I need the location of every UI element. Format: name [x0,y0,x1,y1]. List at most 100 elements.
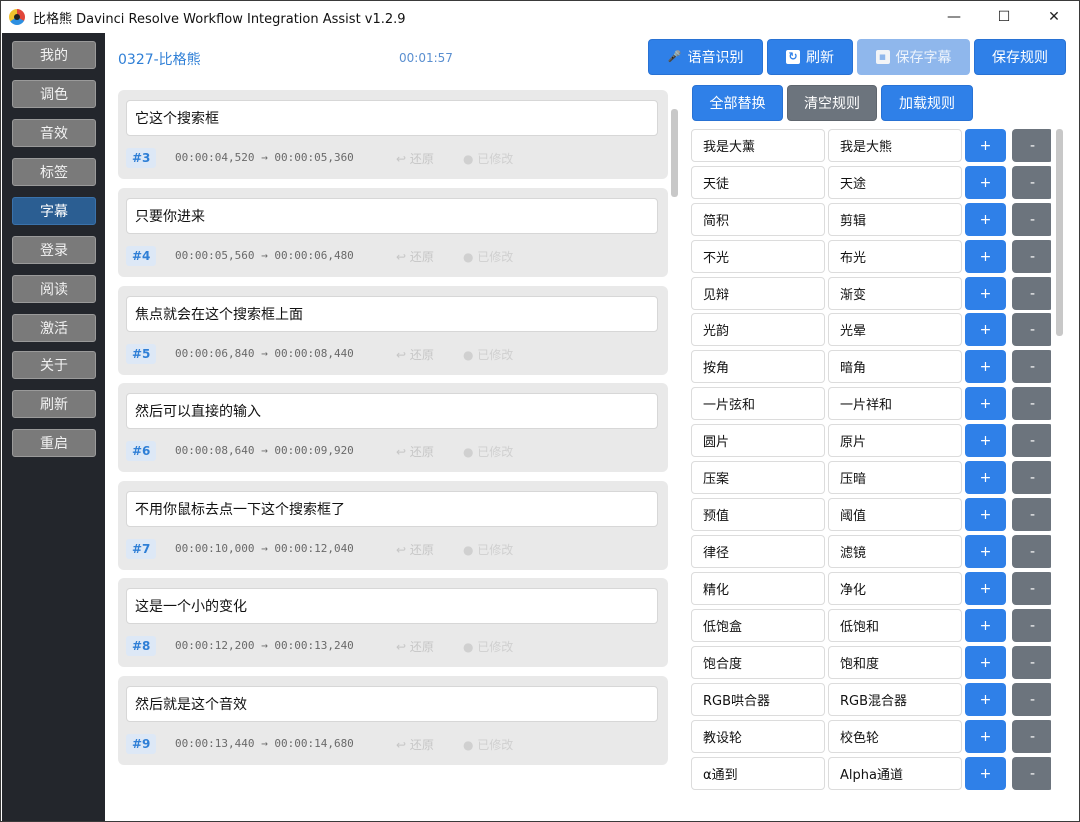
speech-recognition-button[interactable]: 🎤 语音识别 [648,39,763,75]
add-rule-button[interactable]: + [965,535,1006,568]
rule-to-input[interactable]: 天途 [828,166,962,199]
rule-from-input[interactable]: 不光 [691,240,825,273]
replace-all-button[interactable]: 全部替换 [692,85,783,121]
add-rule-button[interactable]: + [965,720,1006,753]
restore-button[interactable]: ↩ 还原 [396,638,434,655]
rule-to-input[interactable]: 剪辑 [828,203,962,236]
rule-to-input[interactable]: Alpha通道 [828,757,962,790]
minimize-button[interactable]: — [929,1,979,33]
subtitle-text-input[interactable]: 只要你进来 [126,198,658,234]
rule-to-input[interactable]: 渐变 [828,277,962,310]
sidebar-item-refresh[interactable]: 刷新 [12,390,96,418]
add-rule-button[interactable]: + [965,313,1006,346]
save-subtitles-button[interactable]: ▪ 保存字幕 [857,39,970,75]
add-rule-button[interactable]: + [965,203,1006,236]
rule-from-input[interactable]: 一片弦和 [691,387,825,420]
clear-rules-button[interactable]: 清空规则 [787,85,877,121]
remove-rule-button[interactable]: - [1012,609,1051,642]
add-rule-button[interactable]: + [965,387,1006,420]
sidebar-item-activate[interactable]: 激活 [12,314,96,342]
save-rules-button[interactable]: 保存规则 [974,39,1066,75]
subtitle-text-input[interactable]: 不用你鼠标去点一下这个搜索框了 [126,491,658,527]
rule-from-input[interactable]: 我是大薰 [691,129,825,162]
remove-rule-button[interactable]: - [1012,387,1051,420]
sidebar-item-subtitles[interactable]: 字幕 [12,197,96,225]
refresh-button[interactable]: ↻ 刷新 [767,39,853,75]
add-rule-button[interactable]: + [965,240,1006,273]
rule-to-input[interactable]: 校色轮 [828,720,962,753]
add-rule-button[interactable]: + [965,350,1006,383]
rule-from-input[interactable]: 律径 [691,535,825,568]
add-rule-button[interactable]: + [965,277,1006,310]
restore-button[interactable]: ↩ 还原 [396,541,434,558]
remove-rule-button[interactable]: - [1012,683,1051,716]
remove-rule-button[interactable]: - [1012,350,1051,383]
rule-to-input[interactable]: 阈值 [828,498,962,531]
restore-button[interactable]: ↩ 还原 [396,150,434,167]
rule-from-input[interactable]: 教设轮 [691,720,825,753]
restore-button[interactable]: ↩ 还原 [396,736,434,753]
rule-from-input[interactable]: 简积 [691,203,825,236]
rule-to-input[interactable]: RGB混合器 [828,683,962,716]
remove-rule-button[interactable]: - [1012,203,1051,236]
rule-from-input[interactable]: α通到 [691,757,825,790]
sidebar-item-restart[interactable]: 重启 [12,429,96,457]
add-rule-button[interactable]: + [965,646,1006,679]
sidebar-item-login[interactable]: 登录 [12,236,96,264]
rule-from-input[interactable]: 光韵 [691,313,825,346]
close-button[interactable]: ✕ [1029,1,1079,33]
remove-rule-button[interactable]: - [1012,498,1051,531]
rule-to-input[interactable]: 压暗 [828,461,962,494]
sidebar-item-about[interactable]: 关于 [12,351,96,379]
remove-rule-button[interactable]: - [1012,129,1051,162]
rule-from-input[interactable]: 按角 [691,350,825,383]
remove-rule-button[interactable]: - [1012,166,1051,199]
add-rule-button[interactable]: + [965,461,1006,494]
sidebar-item-sound[interactable]: 音效 [12,119,96,147]
add-rule-button[interactable]: + [965,498,1006,531]
rule-from-input[interactable]: 圆片 [691,424,825,457]
rule-to-input[interactable]: 光晕 [828,313,962,346]
rule-to-input[interactable]: 滤镜 [828,535,962,568]
maximize-button[interactable]: ☐ [979,1,1029,33]
remove-rule-button[interactable]: - [1012,240,1051,273]
add-rule-button[interactable]: + [965,609,1006,642]
remove-rule-button[interactable]: - [1012,313,1051,346]
rule-to-input[interactable]: 低饱和 [828,609,962,642]
restore-button[interactable]: ↩ 还原 [396,443,434,460]
rule-to-input[interactable]: 净化 [828,572,962,605]
remove-rule-button[interactable]: - [1012,572,1051,605]
add-rule-button[interactable]: + [965,424,1006,457]
rule-from-input[interactable]: 压案 [691,461,825,494]
subtitle-text-input[interactable]: 焦点就会在这个搜索框上面 [126,296,658,332]
rule-from-input[interactable]: 见辩 [691,277,825,310]
subtitle-text-input[interactable]: 然后可以直接的输入 [126,393,658,429]
subtitle-scrollbar[interactable] [671,109,678,197]
remove-rule-button[interactable]: - [1012,277,1051,310]
remove-rule-button[interactable]: - [1012,720,1051,753]
restore-button[interactable]: ↩ 还原 [396,248,434,265]
subtitle-text-input[interactable]: 这是一个小的变化 [126,588,658,624]
remove-rule-button[interactable]: - [1012,646,1051,679]
rule-from-input[interactable]: 天徒 [691,166,825,199]
add-rule-button[interactable]: + [965,166,1006,199]
sidebar-item-color[interactable]: 调色 [12,80,96,108]
sidebar-item-mine[interactable]: 我的 [12,41,96,69]
remove-rule-button[interactable]: - [1012,424,1051,457]
remove-rule-button[interactable]: - [1012,757,1051,790]
rule-to-input[interactable]: 原片 [828,424,962,457]
add-rule-button[interactable]: + [965,572,1006,605]
add-rule-button[interactable]: + [965,757,1006,790]
rule-to-input[interactable]: 暗角 [828,350,962,383]
add-rule-button[interactable]: + [965,683,1006,716]
sidebar-item-tags[interactable]: 标签 [12,158,96,186]
rules-scrollbar[interactable] [1056,129,1063,336]
rule-from-input[interactable]: 低饱盒 [691,609,825,642]
subtitle-text-input[interactable]: 然后就是这个音效 [126,686,658,722]
rule-to-input[interactable]: 一片祥和 [828,387,962,420]
rule-from-input[interactable]: 预值 [691,498,825,531]
rule-from-input[interactable]: 饱合度 [691,646,825,679]
load-rules-button[interactable]: 加载规则 [881,85,973,121]
remove-rule-button[interactable]: - [1012,461,1051,494]
rule-to-input[interactable]: 饱和度 [828,646,962,679]
